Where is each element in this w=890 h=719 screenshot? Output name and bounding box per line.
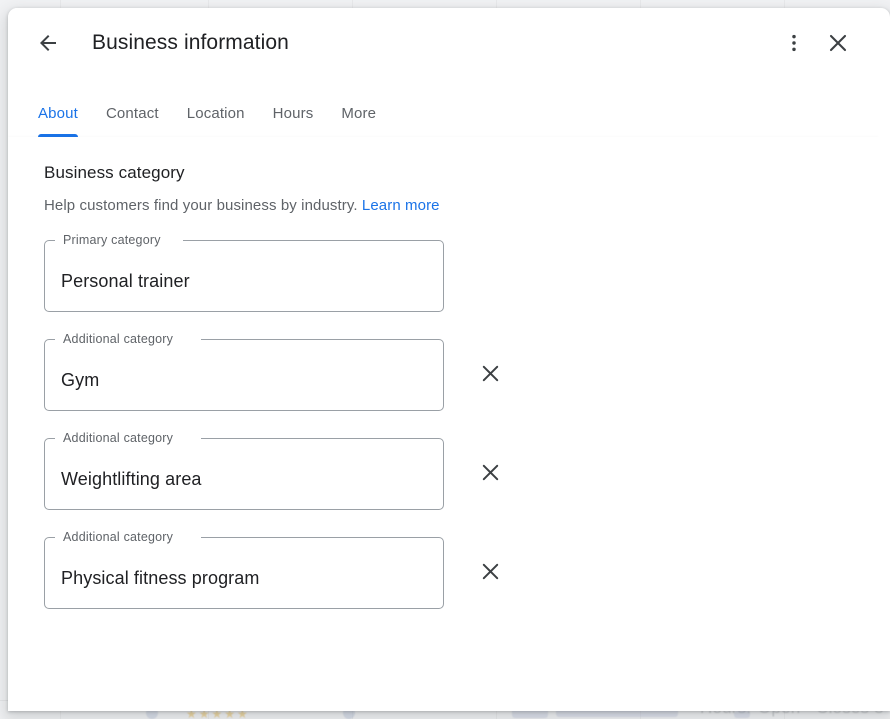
tab-more[interactable]: More (327, 89, 390, 137)
page-title: Business information (92, 31, 289, 55)
overflow-menu-button[interactable] (774, 23, 814, 63)
more-vert-icon (783, 32, 805, 54)
close-dialog-button[interactable] (818, 23, 858, 63)
section-description: Help customers find your business by ind… (44, 197, 890, 214)
close-icon (479, 461, 502, 487)
additional-category-input-2[interactable] (44, 438, 444, 510)
additional-category-input-1[interactable] (44, 339, 444, 411)
field-row: Additional category (44, 436, 890, 512)
arrow-back-icon (36, 31, 60, 55)
remove-category-button-3[interactable] (468, 551, 512, 595)
tab-bar[interactable]: About Contact Location Hours More (8, 85, 878, 137)
field-row: Additional category (44, 337, 890, 413)
backdrop-chip (734, 711, 750, 718)
close-icon (826, 31, 850, 55)
dialog-body: Business category Help customers find yo… (8, 137, 890, 711)
additional-category-input-3[interactable] (44, 537, 444, 609)
field-row: Additional category (44, 535, 890, 611)
primary-category-field[interactable]: Primary category (44, 240, 444, 312)
field-row: Primary category (44, 238, 890, 314)
additional-category-field-3[interactable]: Additional category (44, 537, 444, 609)
primary-category-input[interactable] (44, 240, 444, 312)
tab-contact[interactable]: Contact (92, 89, 173, 137)
dialog-header: Business information (8, 8, 878, 137)
close-icon (479, 560, 502, 586)
tab-location[interactable]: Location (173, 89, 259, 137)
learn-more-link[interactable]: Learn more (362, 197, 440, 214)
dialog-title-row: Business information (8, 8, 878, 78)
tab-hours[interactable]: Hours (259, 89, 328, 137)
section-title: Business category (44, 163, 890, 183)
additional-category-field-1[interactable]: Additional category (44, 339, 444, 411)
remove-category-button-2[interactable] (468, 452, 512, 496)
section-description-text: Help customers find your business by ind… (44, 197, 358, 214)
additional-category-field-2[interactable]: Additional category (44, 438, 444, 510)
tab-about[interactable]: About (24, 89, 92, 137)
remove-category-button-1[interactable] (468, 353, 512, 397)
business-information-dialog: Business information (8, 8, 890, 711)
back-button[interactable] (28, 23, 68, 63)
close-icon (479, 362, 502, 388)
category-fields: Primary category Additional category (8, 238, 890, 611)
